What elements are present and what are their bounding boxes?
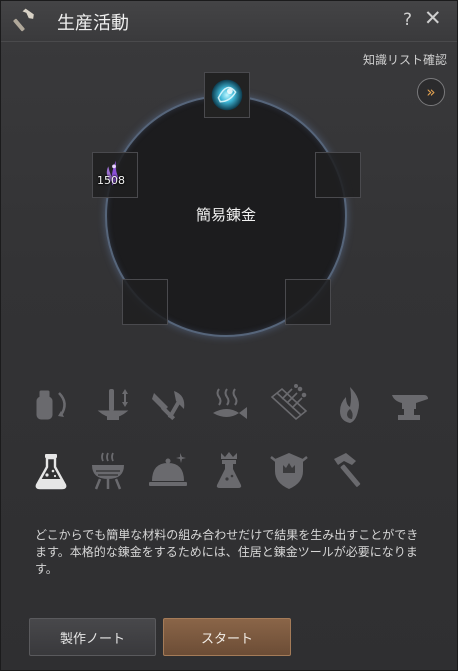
window-title: 生産活動 — [57, 13, 129, 34]
knowledge-list-link[interactable]: 知識リスト確認 — [363, 51, 447, 68]
activity-description: どこからでも簡単な材料の組み合わせだけで結果を生み出すことができます。本格的な錬… — [35, 528, 419, 576]
imperial-alchemy-icon[interactable] — [207, 449, 251, 493]
drying-icon[interactable] — [207, 383, 251, 427]
material-slot-right[interactable] — [315, 152, 361, 198]
cooking-grill-icon[interactable] — [86, 449, 130, 493]
simple-cooking-icon[interactable] — [146, 449, 190, 493]
hammer-icon — [13, 8, 34, 32]
shaking-icon[interactable] — [29, 383, 73, 427]
start-button[interactable]: スタート — [163, 618, 291, 656]
heating-icon[interactable] — [328, 383, 372, 427]
repair-hammer-icon[interactable] — [328, 449, 372, 493]
title-bar[interactable]: 生産活動 ? ✕ — [1, 1, 457, 42]
material-slot-bottom-left[interactable] — [122, 279, 168, 325]
blue-crystal-item — [211, 79, 243, 111]
alchemy-flask-icon[interactable] — [29, 449, 73, 493]
anvil-icon[interactable] — [388, 383, 432, 427]
material-slot-top[interactable] — [204, 72, 250, 118]
help-icon[interactable]: ? — [403, 10, 412, 30]
chopping-icon[interactable] — [148, 383, 192, 427]
double-chevron-right-icon[interactable]: » — [417, 78, 445, 106]
production-activity-window: 生産活動 ? ✕ 知識リスト確認 » 簡易錬金 1508 どこからでも簡単な材料… — [0, 0, 458, 671]
material-slot-left[interactable]: 1508 — [92, 152, 138, 198]
grinding-icon[interactable] — [93, 383, 137, 427]
crafting-note-button[interactable]: 製作ノート — [29, 618, 156, 656]
material-slot-bottom-right[interactable] — [285, 279, 331, 325]
close-icon[interactable]: ✕ — [424, 6, 442, 30]
item-count: 1508 — [97, 174, 125, 187]
crafting-mode-label: 簡易錬金 — [195, 206, 256, 224]
forward-glyph: » — [426, 83, 436, 101]
filtering-icon[interactable] — [266, 383, 310, 427]
guild-crest-icon[interactable] — [267, 449, 311, 493]
